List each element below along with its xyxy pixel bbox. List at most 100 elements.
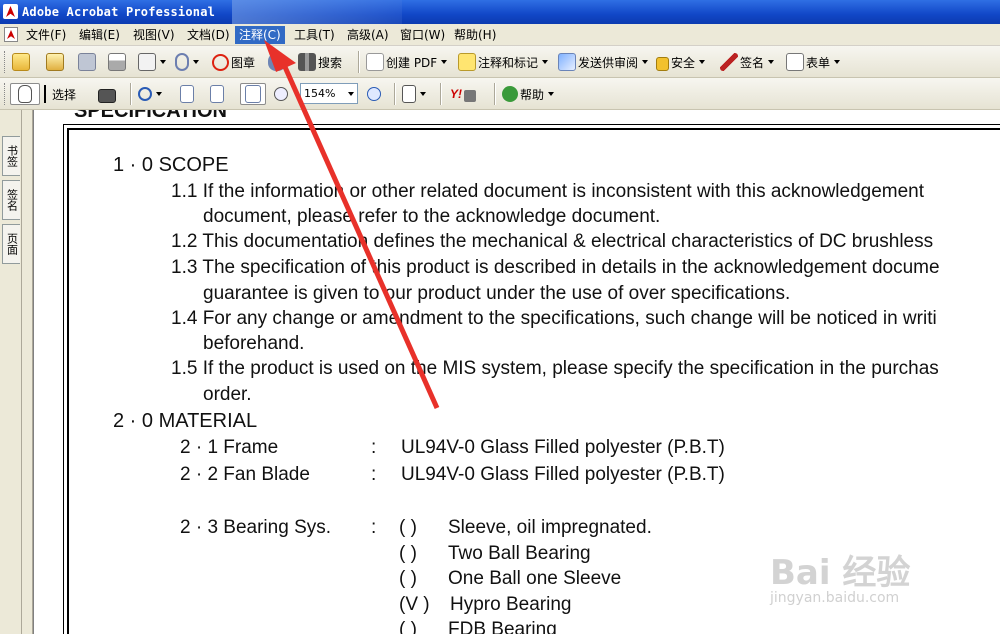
clause-1-4a: 1.4 For any change or amendment to the s… — [171, 308, 937, 329]
stamp-icon — [212, 53, 229, 71]
chevron-down-icon — [642, 60, 649, 64]
hand-icon — [18, 85, 32, 103]
bearing-option-mark: ( ) — [399, 517, 417, 538]
chevron-down-icon — [193, 60, 199, 64]
clause-1-2: 1.2 This documentation defines the mecha… — [171, 231, 934, 252]
baidu-watermark-url: jingyan.baidu.com — [770, 590, 900, 606]
print-button[interactable] — [108, 51, 126, 73]
send-review-label: 发送供审阅 — [578, 55, 639, 70]
create-pdf-icon — [366, 53, 384, 71]
select-label: 选择 — [52, 87, 77, 102]
bearing-option-text: Sleeve, oil impregnated. — [448, 517, 652, 538]
document-gutter — [23, 110, 33, 634]
document-menu-icon[interactable] — [4, 27, 18, 42]
save-button[interactable] — [78, 51, 96, 73]
open-button[interactable] — [12, 51, 30, 73]
window-title: Adobe Acrobat Professional — [22, 5, 216, 19]
toolbar-separator — [394, 83, 396, 105]
navigation-pane: 书签 签名 页面 — [0, 110, 22, 634]
tab-bookmarks[interactable]: 书签 — [2, 136, 20, 176]
stamp-button[interactable]: 图章 — [212, 51, 255, 73]
stamp-label: 图章 — [231, 55, 256, 70]
menu-advanced[interactable]: 高级(A) — [343, 26, 393, 44]
menu-window[interactable]: 窗口(W) — [396, 26, 449, 44]
camera-icon — [98, 88, 116, 103]
chevron-down-icon[interactable] — [345, 84, 357, 103]
clause-1-3a: 1.3 The specification of this product is… — [171, 257, 940, 278]
sign-button[interactable]: 签名 — [720, 51, 775, 73]
organizer-button[interactable] — [46, 51, 64, 73]
zoom-in-icon — [367, 87, 381, 101]
menu-comments[interactable]: 注释(C) — [235, 26, 285, 44]
toolbar-separator — [494, 83, 496, 105]
toolbar-grip[interactable] — [4, 83, 7, 105]
zoom-out-button[interactable] — [274, 83, 288, 105]
comment-markup-label: 注释和标记 — [478, 55, 539, 70]
text-select-icon — [44, 85, 50, 103]
lock-icon — [656, 57, 669, 71]
section-1-title: 1 · 0 SCOPE — [113, 154, 229, 176]
magnifier-icon — [138, 87, 152, 101]
hand-tool-button[interactable] — [10, 83, 40, 105]
menu-help[interactable]: 帮助(H) — [450, 26, 500, 44]
hand-pointer-icon — [268, 53, 286, 71]
forms-label: 表单 — [806, 55, 831, 70]
attach-button[interactable] — [175, 51, 199, 73]
fit-width-button[interactable] — [240, 83, 266, 105]
help-label: 帮助 — [520, 87, 545, 102]
binoculars-button[interactable] — [268, 51, 286, 73]
comment-note-icon — [458, 53, 476, 71]
menu-tools[interactable]: 工具(T) — [290, 26, 339, 44]
tab-pages[interactable]: 页面 — [2, 224, 20, 264]
chevron-down-icon — [834, 60, 841, 64]
pen-icon — [720, 53, 738, 71]
open-folder-icon — [12, 53, 30, 71]
bearing-option-mark: ( ) — [399, 619, 417, 634]
page-icon — [180, 85, 194, 103]
bearing-option-text: Two Ball Bearing — [448, 543, 591, 564]
zoom-in-tool-button[interactable] — [138, 83, 162, 105]
page-layout-button[interactable] — [402, 83, 426, 105]
item-2-2-colon: : — [371, 464, 377, 485]
form-icon — [786, 53, 804, 71]
toolbar-grip[interactable] — [4, 51, 7, 73]
tab-signatures[interactable]: 签名 — [2, 180, 20, 220]
bearing-option-mark: (V ) — [399, 594, 430, 615]
save-disk-icon — [78, 53, 96, 71]
menu-document[interactable]: 文档(D) — [183, 26, 234, 44]
item-2-3-label: 2 · 3 Bearing Sys. — [180, 517, 332, 538]
item-2-1-label: 2 · 1 Frame — [180, 437, 279, 458]
organizer-icon — [46, 53, 64, 71]
chevron-down-icon — [768, 60, 775, 64]
help-button[interactable]: 帮助 — [502, 83, 555, 105]
snapshot-button[interactable] — [98, 83, 116, 105]
title-blur-region — [232, 0, 402, 24]
menu-edit[interactable]: 编辑(E) — [75, 26, 124, 44]
yahoo-search-button[interactable]: Y! — [450, 83, 476, 105]
chevron-down-icon — [699, 60, 706, 64]
zoom-level-field[interactable]: 154% — [300, 83, 358, 104]
email-button[interactable] — [138, 51, 166, 73]
search-button[interactable]: 搜索 — [298, 51, 342, 73]
clause-1-5b: order. — [203, 384, 252, 405]
yahoo-label: Y! — [450, 87, 462, 101]
actual-size-button[interactable] — [180, 83, 194, 105]
fit-page-button[interactable] — [210, 83, 224, 105]
help-icon — [502, 86, 518, 102]
item-2-2-value: UL94V-0 Glass Filled polyester (P.B.T) — [401, 464, 725, 485]
binoculars-icon — [298, 53, 316, 71]
send-review-button[interactable]: 发送供审阅 — [558, 51, 649, 73]
menu-view[interactable]: 视图(V) — [129, 26, 179, 44]
security-label: 安全 — [671, 55, 696, 70]
menu-file[interactable]: 文件(F) — [22, 26, 70, 44]
item-2-3-colon: : — [371, 517, 377, 538]
forms-button[interactable]: 表单 — [786, 51, 841, 73]
select-tool-button[interactable]: 选择 — [44, 83, 76, 105]
bearing-option-text: FDB Bearing — [448, 619, 557, 634]
bearing-option-text: Hypro Bearing — [450, 594, 572, 615]
create-pdf-button[interactable]: 创建 PDF — [366, 51, 448, 73]
comment-markup-button[interactable]: 注释和标记 — [458, 51, 549, 73]
cut-heading: SPECIFICATION — [74, 110, 227, 122]
zoom-in-button[interactable] — [367, 83, 381, 105]
security-button[interactable]: 安全 — [656, 51, 706, 73]
